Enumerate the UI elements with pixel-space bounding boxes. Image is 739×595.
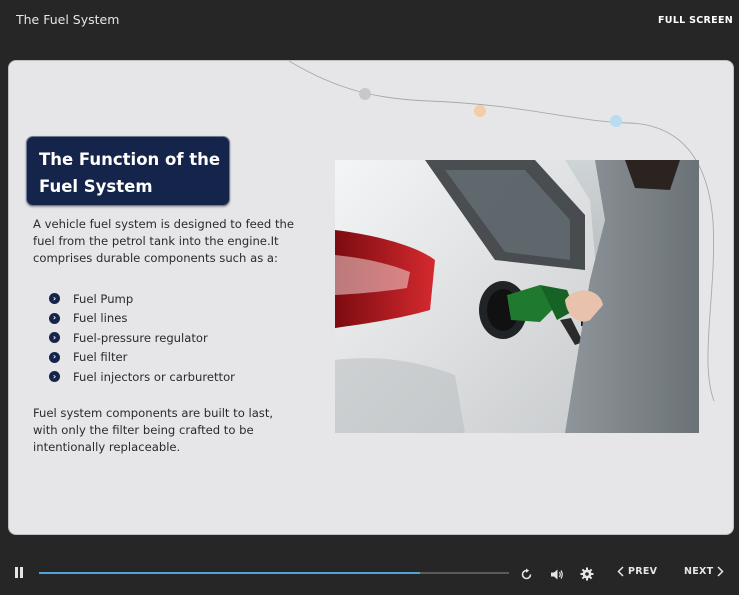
list-item-label: Fuel filter: [73, 350, 128, 365]
list-item-label: Fuel injectors or carburettor: [73, 369, 235, 384]
settings-icon: [580, 567, 594, 581]
slide: The Function of the Fuel System A vehicl…: [8, 60, 734, 535]
list-item-label: Fuel lines: [73, 311, 128, 326]
next-button[interactable]: NEXT: [684, 566, 725, 577]
slide-heading: The Function of the Fuel System: [26, 136, 230, 206]
chevron-right-icon: [717, 566, 725, 577]
component-list: › Fuel Pump › Fuel lines › Fuel-pressure…: [49, 289, 235, 387]
chevron-right-icon: ›: [49, 332, 60, 344]
outro-line: intentionally replaceable.: [33, 440, 181, 454]
fuel-pump-photo: [335, 160, 699, 433]
window-title: The Fuel System: [16, 12, 120, 27]
list-item-label: Fuel Pump: [73, 291, 134, 306]
chevron-left-icon: [617, 566, 624, 577]
prev-button[interactable]: PREV: [617, 566, 657, 577]
list-item: › Fuel filter: [49, 348, 235, 368]
pause-icon: [20, 567, 23, 578]
list-item: › Fuel injectors or carburettor: [49, 367, 235, 387]
volume-button[interactable]: [550, 566, 564, 585]
intro-line: fuel from the petrol tank into the engin…: [33, 234, 279, 248]
outro-line: with only the filter being crafted to be: [33, 423, 254, 437]
chevron-right-icon: ›: [49, 371, 60, 383]
full-screen-button[interactable]: FULL SCREEN: [658, 15, 733, 26]
pause-button[interactable]: [14, 567, 24, 578]
top-bar: The Fuel System FULL SCREEN: [0, 0, 739, 44]
intro-paragraph: A vehicle fuel system is designed to fee…: [33, 216, 303, 267]
progress-fill: [39, 572, 420, 574]
outro-line: Fuel system components are built to last…: [33, 406, 274, 420]
intro-line: comprises durable components such as a:: [33, 251, 278, 265]
pause-icon: [15, 567, 18, 578]
prev-label: PREV: [628, 566, 658, 577]
replay-button[interactable]: [520, 566, 533, 585]
list-item: › Fuel lines: [49, 309, 235, 329]
heading-line-2: Fuel System: [39, 177, 153, 196]
volume-icon: [551, 569, 563, 580]
intro-line: A vehicle fuel system is designed to fee…: [33, 217, 294, 231]
decor-dot-gray: [359, 88, 371, 100]
list-item: › Fuel Pump: [49, 289, 235, 309]
next-label: NEXT: [684, 566, 714, 577]
decor-dot-peach: [474, 105, 486, 117]
settings-button[interactable]: [580, 566, 594, 585]
chevron-right-icon: ›: [49, 293, 60, 305]
outro-paragraph: Fuel system components are built to last…: [33, 405, 283, 456]
heading-line-1: The Function of the: [39, 150, 221, 169]
list-item: › Fuel-pressure regulator: [49, 328, 235, 348]
decor-dot-blue: [610, 115, 622, 127]
list-item-label: Fuel-pressure regulator: [73, 330, 208, 345]
replay-icon: [521, 568, 532, 580]
chevron-right-icon: ›: [49, 351, 60, 363]
chevron-right-icon: ›: [49, 312, 60, 324]
progress-track[interactable]: [39, 572, 509, 574]
